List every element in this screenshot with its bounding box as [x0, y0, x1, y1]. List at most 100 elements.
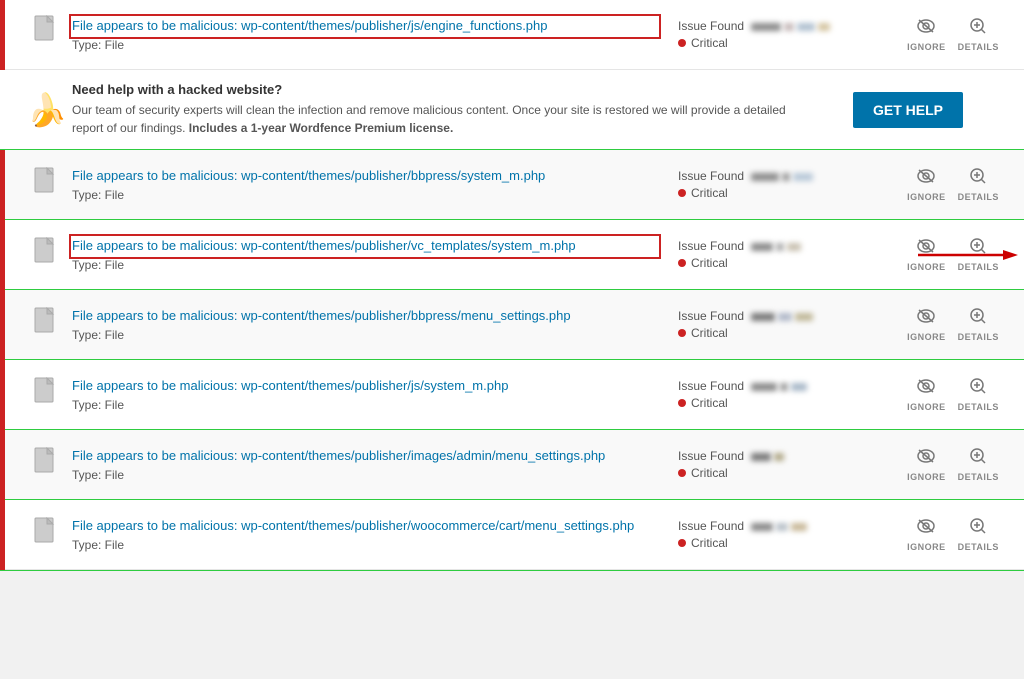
blur-bar-3a [751, 243, 773, 251]
issue-label-5: Issue Found [678, 379, 888, 393]
details-label-5: DETAILS [958, 402, 999, 412]
issue-label-4: Issue Found [678, 309, 888, 323]
help-desc: Our team of security experts will clean … [72, 101, 788, 137]
details-button-7[interactable]: DETAILS [958, 517, 999, 552]
details-button-2[interactable]: DETAILS [958, 167, 999, 202]
file-icon-col-6 [22, 447, 72, 482]
file-path-3[interactable]: File appears to be malicious: wp-content… [72, 237, 658, 255]
file-path-1[interactable]: File appears to be malicious: wp-content… [72, 17, 658, 35]
ignore-icon-5 [916, 377, 936, 400]
severity-label-3: Critical [691, 256, 728, 270]
ignore-icon-6 [916, 447, 936, 470]
file-path-2[interactable]: File appears to be malicious: wp-content… [72, 167, 658, 185]
ignore-button-3[interactable]: IGNoRE [907, 237, 946, 272]
details-button-4[interactable]: DETAILS [958, 307, 999, 342]
blur-bar-2b [782, 173, 790, 181]
scan-row-4: File appears to be malicious: wp-content… [0, 290, 1024, 360]
ignore-label-5: IGNORE [907, 402, 946, 412]
severity-label-4: Critical [691, 326, 728, 340]
details-label-1: DETAILS [958, 42, 999, 52]
scan-row-7: File appears to be malicious: wp-content… [0, 500, 1024, 570]
ignore-button-5[interactable]: IGNORE [907, 377, 946, 412]
details-icon-5 [969, 377, 987, 400]
blur-bar-7c [791, 523, 807, 531]
ignore-label-2: IGNORE [907, 192, 946, 202]
actions-col-7: IGNORE DETAILS [898, 517, 1008, 552]
details-button-5[interactable]: DETAILS [958, 377, 999, 412]
action-row-6: IGNORE DETAILS [907, 447, 999, 482]
scan-row-wrapper-3: File appears to be malicious: wp-content… [0, 220, 1024, 290]
action-row-3: IGNoRE DETAILS [907, 237, 999, 272]
ignore-button-1[interactable]: IGNORE [907, 17, 946, 52]
file-icon-col-5 [22, 377, 72, 412]
blur-bar-1b [784, 23, 794, 31]
details-button-1[interactable]: DETAILS [958, 17, 999, 52]
file-type-2: Type: File [72, 188, 658, 202]
file-type-7: Type: File [72, 538, 658, 552]
issue-label-3: Issue Found [678, 239, 888, 253]
severity-row-7: Critical [678, 536, 888, 550]
details-icon-2 [969, 167, 987, 190]
file-path-4[interactable]: File appears to be malicious: wp-content… [72, 307, 658, 325]
severity-label-2: Critical [691, 186, 728, 200]
ignore-label-3: IGNoRE [907, 262, 946, 272]
details-button-6[interactable]: DETAILS [958, 447, 999, 482]
scan-row-1: File appears to be malicious: wp-content… [0, 0, 1024, 70]
issue-col-4: Issue Found Critical [678, 309, 898, 340]
ignore-icon-2 [916, 167, 936, 190]
file-path-5[interactable]: File appears to be malicious: wp-content… [72, 377, 658, 395]
severity-row-6: Critical [678, 466, 888, 480]
severity-row-5: Critical [678, 396, 888, 410]
details-icon-6 [969, 447, 987, 470]
blur-bar-5a [751, 383, 777, 391]
details-label-2: DETAILS [958, 192, 999, 202]
details-button-3[interactable]: DETAILS [958, 237, 999, 272]
blur-bar-6a [751, 453, 771, 461]
ignore-button-4[interactable]: IGNORE [907, 307, 946, 342]
blur-bar-2c [793, 173, 813, 181]
action-row-5: IGNORE DETAILS [907, 377, 999, 412]
issue-col-6: Issue Found Critical [678, 449, 898, 480]
scan-list: File appears to be malicious: wp-content… [0, 0, 1024, 570]
severity-label-5: Critical [691, 396, 728, 410]
ignore-icon-1 [916, 17, 936, 40]
file-icon-col-7 [22, 517, 72, 552]
scan-row-help: 🍌 Need help with a hacked website? Our t… [0, 70, 1024, 150]
details-icon-3 [969, 237, 987, 260]
file-icon-1 [33, 15, 61, 54]
blur-bar-7b [776, 523, 788, 531]
file-type-4: Type: File [72, 328, 658, 342]
blur-bar-1c [797, 23, 815, 31]
blur-bar-1d [818, 23, 830, 31]
scan-row-2: File appears to be malicious: wp-content… [0, 150, 1024, 220]
file-info-col-3: File appears to be malicious: wp-content… [72, 237, 678, 271]
scan-row-wrapper-7: File appears to be malicious: wp-content… [0, 500, 1024, 570]
ignore-button-7[interactable]: IGNORE [907, 517, 946, 552]
severity-label-7: Critical [691, 536, 728, 550]
file-info-col-5: File appears to be malicious: wp-content… [72, 377, 678, 411]
file-icon-col-4 [22, 307, 72, 342]
details-icon-7 [969, 517, 987, 540]
scan-row-wrapper-2: File appears to be malicious: wp-content… [0, 150, 1024, 220]
actions-col-5: IGNORE DETAILS [898, 377, 1008, 412]
help-info-col: Need help with a hacked website? Our tea… [72, 82, 808, 137]
actions-col-2: IGNORE DETAILS [898, 167, 1008, 202]
file-info-col-4: File appears to be malicious: wp-content… [72, 307, 678, 341]
ignore-label-1: IGNORE [907, 42, 946, 52]
file-path-7[interactable]: File appears to be malicious: wp-content… [72, 517, 658, 535]
get-help-button[interactable]: GET HELP [853, 92, 963, 128]
severity-label-6: Critical [691, 466, 728, 480]
ignore-button-2[interactable]: IGNORE [907, 167, 946, 202]
file-type-5: Type: File [72, 398, 658, 412]
get-help-col: GET HELP [808, 92, 1008, 128]
critical-dot-7 [678, 539, 686, 547]
issue-label-2: Issue Found [678, 169, 888, 183]
ignore-button-6[interactable]: IGNORE [907, 447, 946, 482]
scan-row-wrapper-4: File appears to be malicious: wp-content… [0, 290, 1024, 360]
severity-row-4: Critical [678, 326, 888, 340]
file-info-col-7: File appears to be malicious: wp-content… [72, 517, 678, 551]
ignore-label-7: IGNORE [907, 542, 946, 552]
file-info-col-1: File appears to be malicious: wp-content… [72, 17, 678, 51]
file-path-6[interactable]: File appears to be malicious: wp-content… [72, 447, 658, 465]
actions-col-1: IGNORE DETAILS [898, 17, 1008, 52]
